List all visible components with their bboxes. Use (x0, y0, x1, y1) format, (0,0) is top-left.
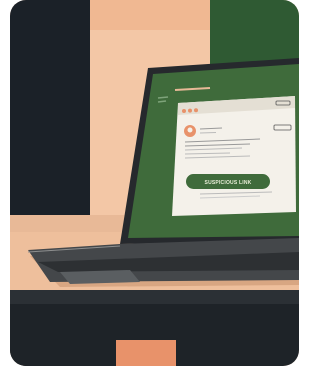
window-dot-3 (194, 108, 198, 113)
wall-shade (90, 0, 210, 30)
link-button-icon: SUSPICIOUS LINK (186, 174, 270, 189)
illustration-card: SUSPICIOUS LINK (10, 0, 299, 366)
suspicious-link-label: SUSPICIOUS LINK (205, 180, 252, 186)
trackpad (60, 270, 140, 284)
window-dot-2 (188, 108, 192, 113)
browser-popup-icon: SUSPICIOUS LINK (172, 96, 296, 216)
phishing-laptop-illustration: SUSPICIOUS LINK (10, 0, 299, 366)
desk-lip (10, 290, 299, 304)
window-dot-1 (182, 109, 186, 113)
desk-accent (116, 340, 176, 366)
